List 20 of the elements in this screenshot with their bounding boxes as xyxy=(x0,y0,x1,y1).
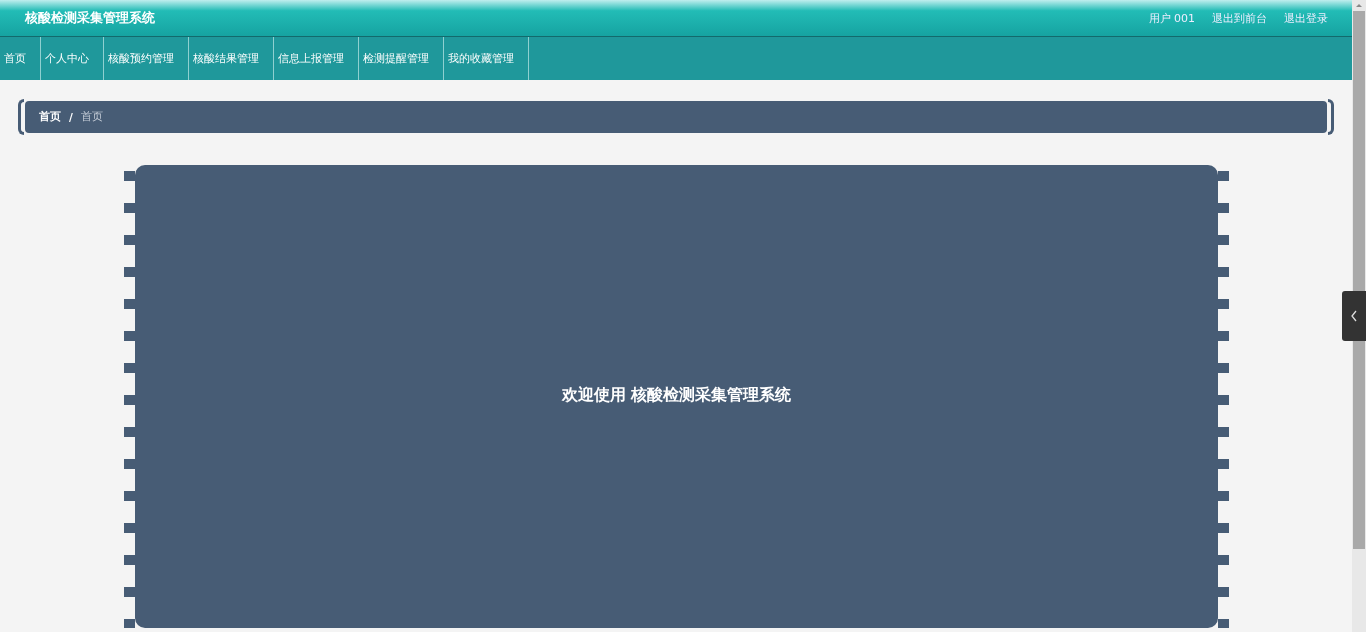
breadcrumb-current: 首页 xyxy=(80,110,103,124)
scrollbar[interactable] xyxy=(1352,0,1366,632)
header-link[interactable]: 用户 001 xyxy=(1148,10,1195,26)
nav-item[interactable]: 信息上报管理 xyxy=(274,37,359,80)
nav-item[interactable]: 首页 xyxy=(0,37,41,80)
nav-item[interactable]: 核酸预约管理 xyxy=(104,37,189,80)
scrollbar-thumb[interactable] xyxy=(1353,11,1365,549)
nav-item[interactable]: 个人中心 xyxy=(41,37,104,80)
welcome-text: 欢迎使用 核酸检测采集管理系统 xyxy=(561,385,792,406)
bracket-icon xyxy=(1328,99,1334,135)
nav-item[interactable]: 检测提醒管理 xyxy=(359,37,444,80)
header-link[interactable]: 退出到前台 xyxy=(1212,10,1267,26)
app-title: 核酸检测采集管理系统 xyxy=(25,9,155,27)
nav-item[interactable]: 核酸结果管理 xyxy=(189,37,274,80)
chevron-left-icon xyxy=(1350,310,1358,322)
breadcrumb-separator: / xyxy=(69,111,73,123)
nav-item[interactable]: 我的收藏管理 xyxy=(444,37,529,80)
header-link[interactable]: 退出登录 xyxy=(1284,10,1328,26)
breadcrumb-link[interactable]: 首页 xyxy=(39,110,61,124)
scroll-up-icon[interactable] xyxy=(1356,4,1362,7)
